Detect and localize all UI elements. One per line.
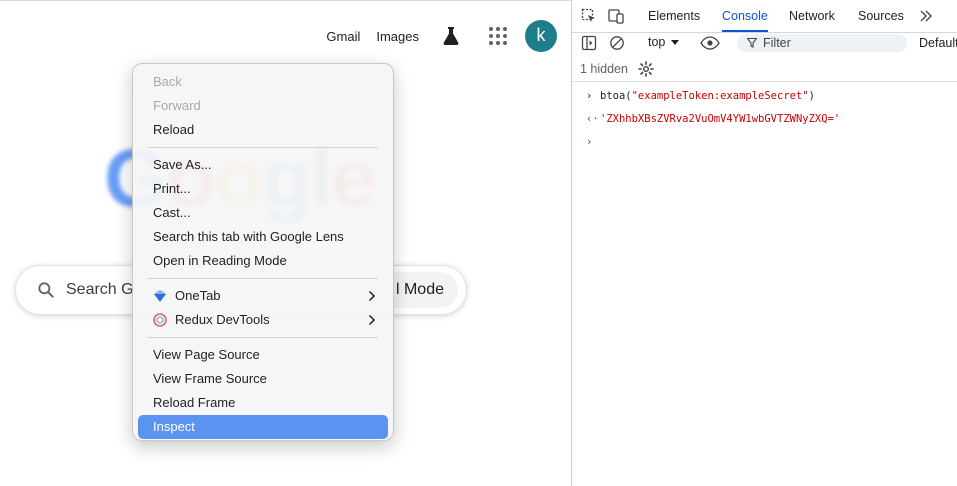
google-top-bar: Gmail Images k (326, 19, 557, 53)
menu-item-label: Reload (153, 122, 195, 137)
menu-item-search-this-tab-with-google-lens[interactable]: Search this tab with Google Lens (138, 225, 388, 249)
menu-item-label: Open in Reading Mode (153, 253, 287, 268)
images-link[interactable]: Images (376, 29, 419, 44)
console-prompt-chevron-icon: › (586, 136, 593, 148)
console-output-value: 'ZXhhbXBsZVRva2VuOmV4YW1wbGVTZWNyZXQ=' (600, 113, 841, 125)
menu-item-label: Print... (153, 181, 191, 196)
code-close-paren: ) (808, 90, 815, 102)
clear-console-icon[interactable] (609, 35, 625, 51)
chevron-down-icon (671, 40, 680, 46)
filter-icon (747, 38, 757, 48)
console-output-line: ‹· 'ZXhhbXBsZVRva2VuOmV4YW1wbGVTZWNyZXQ=… (572, 113, 957, 129)
menu-item-label: Reload Frame (153, 395, 236, 410)
menu-separator (148, 147, 378, 148)
labs-flask-icon[interactable] (439, 24, 463, 48)
search-placeholder: Search G (66, 281, 134, 298)
console-input-line: › btoa("exampleToken:exampleSecret") (572, 90, 957, 106)
menu-item-label: Inspect (153, 419, 195, 434)
menu-item-reload-frame[interactable]: Reload Frame (138, 391, 388, 415)
menu-item-label: Search this tab with Google Lens (153, 229, 344, 244)
menu-item-label: Forward (153, 98, 201, 113)
menu-item-label: Back (153, 74, 182, 89)
menu-item-label: Save As... (153, 157, 212, 172)
menu-item-reload[interactable]: Reload (138, 118, 388, 142)
output-return-arrow-icon: ‹· (586, 113, 599, 125)
menu-item-view-frame-source[interactable]: View Frame Source (138, 367, 388, 391)
context-selector-label: top (648, 35, 666, 49)
device-toolbar-icon[interactable] (608, 8, 624, 24)
devtools-panel: Elements Console Network Sources top Fil… (571, 0, 957, 486)
menu-item-inspect[interactable]: Inspect (138, 415, 388, 439)
tab-sources[interactable]: Sources (858, 0, 904, 31)
menu-item-label: Redux DevTools (175, 312, 270, 327)
context-selector[interactable]: top (648, 35, 680, 49)
menu-item-open-in-reading-mode[interactable]: Open in Reading Mode (138, 249, 388, 273)
submenu-chevron-right-icon (368, 290, 376, 302)
console-settings-gear-icon[interactable] (638, 61, 654, 77)
log-levels-dropdown[interactable]: Default (919, 36, 957, 50)
google-apps-icon[interactable] (485, 23, 511, 49)
inspect-element-icon[interactable] (581, 8, 597, 24)
submenu-chevron-right-icon (368, 314, 376, 326)
menu-separator (148, 278, 378, 279)
console-toolbar: top Filter Default (572, 32, 957, 54)
gmail-link[interactable]: Gmail (326, 29, 360, 44)
code-function: btoa( (600, 90, 632, 102)
devtools-tab-bar: Elements Console Network Sources (572, 0, 957, 33)
onetab-icon (154, 290, 166, 302)
menu-item-view-page-source[interactable]: View Page Source (138, 343, 388, 367)
console-status-row: 1 hidden (572, 57, 957, 82)
sidebar-toggle-icon[interactable] (581, 35, 597, 51)
input-prompt-chevron-icon: › (586, 90, 593, 102)
menu-item-onetab[interactable]: OneTab (138, 284, 388, 308)
account-avatar[interactable]: k (525, 20, 557, 52)
menu-item-back: Back (138, 70, 388, 94)
console-prompt-line[interactable]: › (572, 136, 957, 152)
console-input-code: btoa("exampleToken:exampleSecret") (600, 90, 815, 102)
tab-console[interactable]: Console (722, 0, 768, 32)
filter-placeholder: Filter (763, 36, 791, 50)
tab-network[interactable]: Network (789, 0, 835, 31)
menu-separator (148, 337, 378, 338)
menu-item-print[interactable]: Print... (138, 177, 388, 201)
code-string-arg: "exampleToken:exampleSecret" (631, 90, 809, 102)
menu-item-cast[interactable]: Cast... (138, 201, 388, 225)
context-menu: Back Forward Reload Save As... Print... Cast.… (132, 63, 394, 441)
redux-devtools-icon (153, 313, 167, 327)
tab-elements[interactable]: Elements (648, 0, 700, 31)
menu-item-save-as[interactable]: Save As... (138, 153, 388, 177)
more-tabs-chevron-icon[interactable] (918, 8, 934, 24)
console-filter-input[interactable]: Filter (737, 34, 907, 52)
hidden-messages-count: 1 hidden (580, 62, 628, 76)
menu-item-label: View Page Source (153, 347, 260, 362)
menu-item-label: View Frame Source (153, 371, 267, 386)
search-icon (38, 282, 54, 298)
live-expression-eye-icon[interactable] (700, 35, 720, 51)
menu-item-label: OneTab (175, 288, 221, 303)
menu-item-label: Cast... (153, 205, 191, 220)
menu-item-forward: Forward (138, 94, 388, 118)
menu-item-redux-devtools[interactable]: Redux DevTools (138, 308, 388, 332)
